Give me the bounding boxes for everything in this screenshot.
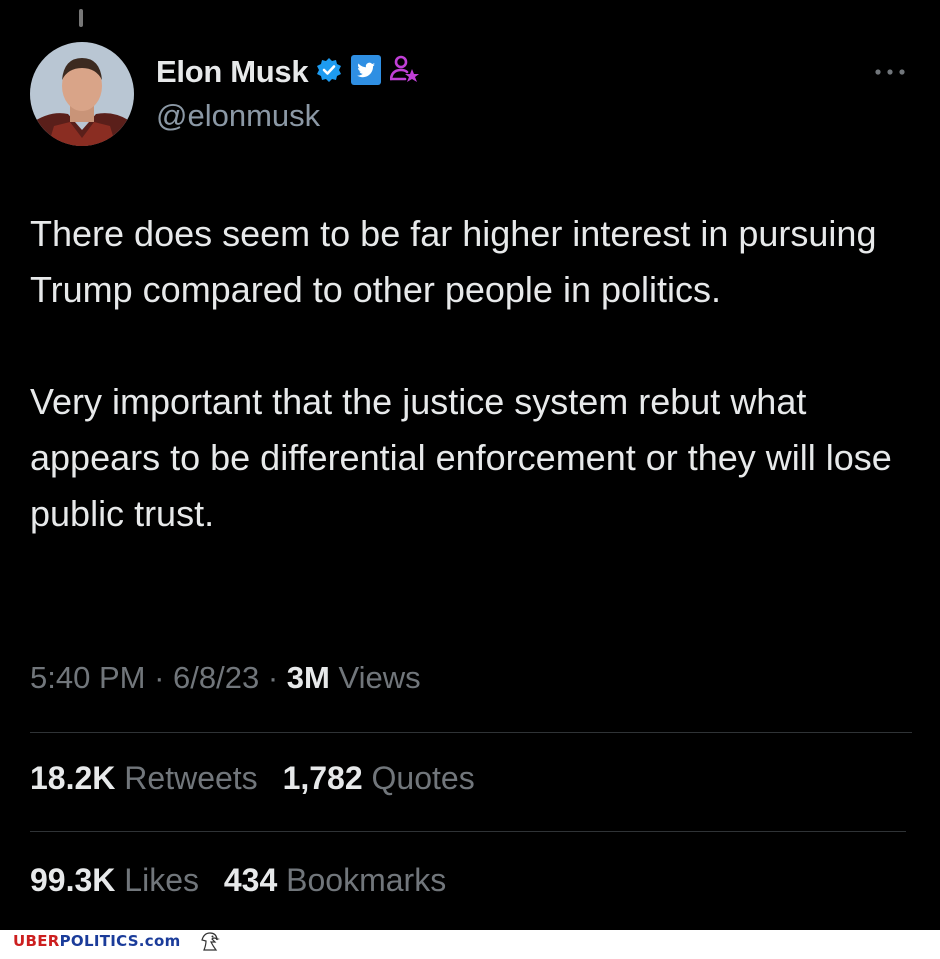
- tweet-paragraph: There does seem to be far higher interes…: [30, 213, 877, 310]
- author-row: Elon Musk: [156, 52, 420, 92]
- tweet-card: Elon Musk @elonmusk There does seem to b…: [0, 0, 940, 930]
- site-name-part1: UBER: [13, 932, 60, 950]
- quotes-stat[interactable]: 1,782 Quotes: [283, 760, 475, 796]
- views-count: 3M: [286, 660, 330, 695]
- quotes-count: 1,782: [282, 760, 363, 796]
- retweets-stat[interactable]: 18.2K Retweets: [30, 760, 258, 796]
- bookmarks-stat[interactable]: 434 Bookmarks: [224, 862, 446, 898]
- avatar[interactable]: [30, 42, 134, 146]
- twitter-affiliate-icon[interactable]: [350, 54, 382, 91]
- likes-count: 99.3K: [30, 862, 116, 898]
- views-label: Views: [338, 660, 421, 695]
- retweets-count: 18.2K: [30, 760, 116, 796]
- likes-label: Likes: [124, 862, 199, 898]
- watermark-footer: UBERPOLITICS.com: [0, 930, 940, 954]
- divider: [30, 831, 906, 832]
- engagement-row-1: 18.2K Retweets 1,782 Quotes: [30, 760, 491, 797]
- person-star-icon: [390, 54, 420, 91]
- eagle-icon: [198, 930, 222, 954]
- site-watermark: UBERPOLITICS.com: [13, 932, 181, 950]
- scroll-indicator: [79, 9, 83, 27]
- tweet-paragraph: Very important that the justice system r…: [30, 381, 892, 534]
- divider: [30, 732, 912, 733]
- tweet-text: There does seem to be far higher interes…: [30, 206, 910, 542]
- bookmarks-label: Bookmarks: [286, 862, 447, 898]
- quotes-label: Quotes: [371, 760, 475, 796]
- site-name-part2: POLITICS.com: [59, 932, 181, 950]
- retweets-label: Retweets: [124, 760, 258, 796]
- engagement-row-2: 99.3K Likes 434 Bookmarks: [30, 862, 462, 899]
- tweet-date[interactable]: 6/8/23: [173, 660, 259, 695]
- tweet-metadata: 5:40 PM · 6/8/23 · 3M Views: [30, 660, 421, 696]
- likes-stat[interactable]: 99.3K Likes: [30, 862, 199, 898]
- separator-dot: ·: [259, 660, 287, 695]
- tweet-time[interactable]: 5:40 PM: [30, 660, 145, 695]
- bookmarks-count: 434: [223, 862, 278, 898]
- verified-badge-icon: [316, 57, 342, 88]
- separator-dot: ·: [145, 660, 174, 695]
- author-handle[interactable]: @elonmusk: [156, 98, 320, 134]
- more-options-icon[interactable]: [872, 62, 908, 82]
- author-name[interactable]: Elon Musk: [156, 54, 309, 90]
